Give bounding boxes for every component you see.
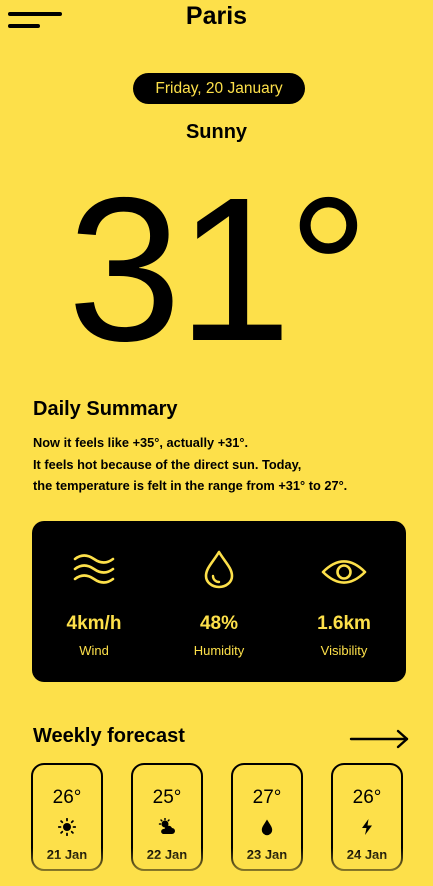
wind-label: Wind — [79, 643, 109, 658]
visibility-label: Visibility — [320, 643, 368, 658]
sun-icon — [58, 818, 76, 836]
partly-cloudy-icon — [158, 818, 175, 834]
forecast-temp: 25° — [152, 787, 182, 808]
weather-condition: Sunny — [185, 121, 248, 143]
weekly-forecast-title: Weekly forecast — [33, 725, 185, 747]
forecast-date: 24 Jan — [346, 847, 388, 862]
forecast-date: 21 Jan — [46, 847, 88, 862]
forecast-temp: 26° — [352, 787, 382, 808]
humidity-label: Humidity — [193, 643, 245, 658]
forecast-day-card[interactable]: 26° 21 Jan — [31, 763, 103, 871]
humidity-value: 48% — [199, 613, 239, 634]
wind-value: 4km/h — [66, 613, 122, 634]
summary-line: the temperature is felt in the range fro… — [33, 478, 348, 493]
forecast-date: 23 Jan — [246, 847, 288, 862]
forecast-day-card[interactable]: 27° 23 Jan — [231, 763, 303, 871]
forecast-temp: 26° — [52, 787, 82, 808]
rain-drop-icon — [261, 819, 273, 836]
lightning-icon — [362, 819, 372, 835]
weather-stats-card: 4km/h Wind 48% Humidity 1.6km Visibility — [32, 521, 406, 682]
forecast-date: 22 Jan — [146, 847, 188, 862]
arrow-right-icon[interactable] — [349, 728, 411, 750]
forecast-temp: 27° — [252, 787, 282, 808]
summary-line: Now it feels like +35°, actually +31°. — [33, 435, 249, 450]
summary-line: It feels hot because of the direct sun. … — [33, 456, 302, 472]
eye-icon — [321, 560, 367, 584]
current-temperature: 31° — [67, 155, 369, 384]
visibility-value: 1.6km — [317, 613, 371, 634]
daily-summary-text: Now it feels like +35°, actually +31°. I… — [33, 432, 413, 497]
forecast-day-card[interactable]: 25° 22 Jan — [131, 763, 203, 871]
wind-icon — [73, 554, 115, 584]
city-title: Paris — [185, 2, 248, 30]
daily-summary-title: Daily Summary — [33, 398, 178, 420]
humidity-drop-icon — [204, 550, 234, 589]
date-badge: Friday, 20 January — [133, 73, 305, 104]
forecast-day-card[interactable]: 26° 24 Jan — [331, 763, 403, 871]
